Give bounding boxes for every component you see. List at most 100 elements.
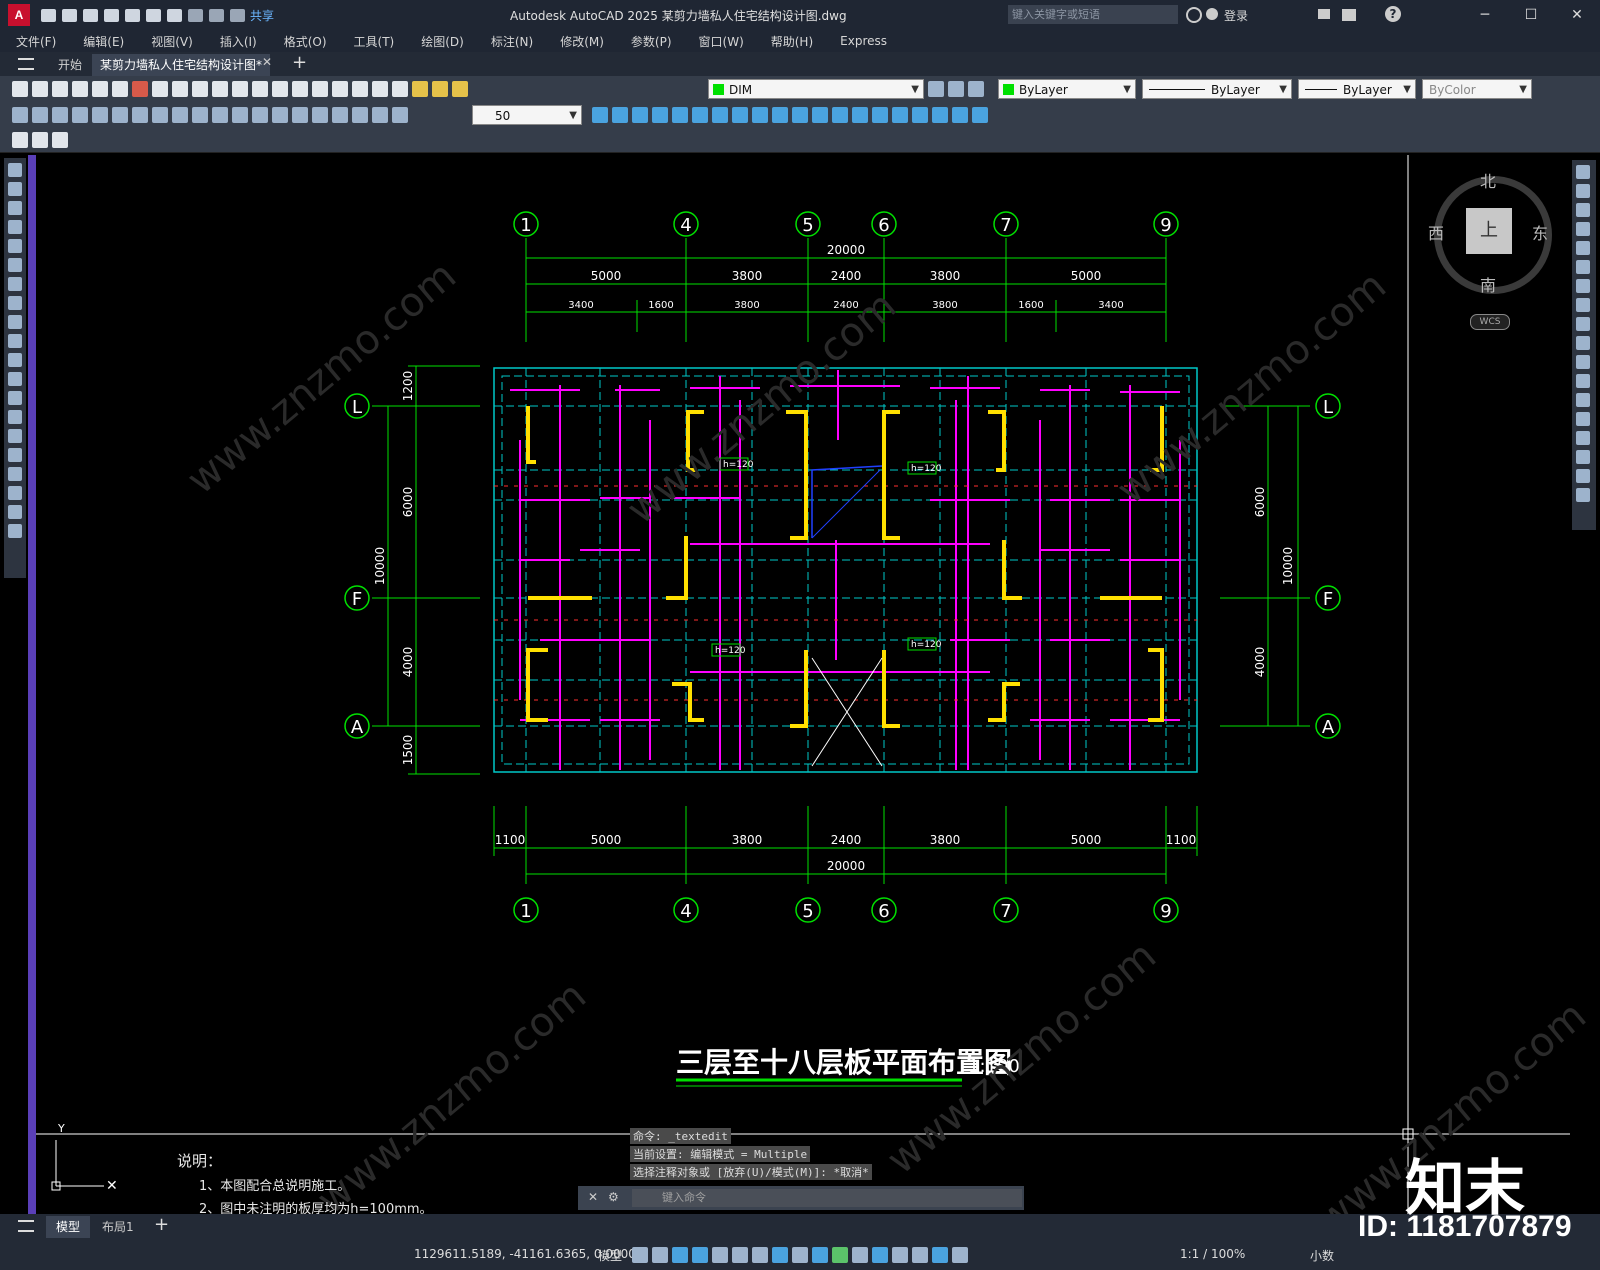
dim-style-icon[interactable] (592, 107, 608, 123)
solid-16-icon[interactable] (912, 107, 928, 123)
save-icon[interactable] (83, 8, 98, 22)
redo-icon[interactable] (252, 81, 268, 97)
solid-13-icon[interactable] (852, 107, 868, 123)
share-icon[interactable] (230, 8, 245, 22)
move-icon[interactable] (1576, 260, 1590, 274)
grid-icon[interactable] (632, 1247, 648, 1263)
ordinate-dim-icon[interactable] (72, 107, 88, 123)
attach-icon[interactable] (12, 132, 28, 148)
line-icon[interactable] (8, 163, 22, 177)
cart-icon[interactable] (1318, 9, 1330, 19)
inspection-icon[interactable] (312, 107, 328, 123)
redo-icon[interactable] (209, 8, 224, 22)
close-icon[interactable]: ✕ (1554, 0, 1600, 30)
tab-model[interactable]: 模型 (46, 1216, 91, 1238)
model-space-toggle[interactable]: 模型 (598, 1247, 622, 1264)
polyline-icon[interactable] (8, 201, 22, 215)
drawing-canvas[interactable]: www.znzmo.com www.znzmo.com www.znzmo.co… (34, 155, 1595, 1243)
point-icon[interactable] (8, 410, 22, 424)
make-current-icon[interactable] (928, 81, 944, 97)
otrack-icon[interactable] (752, 1247, 768, 1263)
annotation-visibility-icon[interactable] (932, 1247, 948, 1263)
solid-4-icon[interactable] (672, 107, 688, 123)
gizmo-icon[interactable] (912, 1247, 928, 1263)
ortho-icon[interactable] (692, 1247, 708, 1263)
layer-lock-icon[interactable] (452, 81, 468, 97)
paste-icon[interactable] (192, 81, 208, 97)
design-center-icon[interactable] (332, 81, 348, 97)
tab-layout1[interactable]: 布局1 (92, 1216, 144, 1238)
preview-icon[interactable] (92, 81, 108, 97)
menu-format[interactable]: 格式(O) (284, 33, 327, 50)
layer-manager-icon[interactable] (412, 81, 428, 97)
open-icon[interactable] (32, 81, 48, 97)
solid-12-icon[interactable] (832, 107, 848, 123)
plot-icon[interactable] (72, 81, 88, 97)
3d-osnap-icon[interactable] (852, 1247, 868, 1263)
undo-icon[interactable] (188, 8, 203, 22)
erase-icon[interactable] (1576, 165, 1590, 179)
viewcube[interactable]: 上 北 南 西 东 WCS (1420, 168, 1560, 338)
new-icon[interactable] (12, 81, 28, 97)
solid-11-icon[interactable] (812, 107, 828, 123)
annotation-scale[interactable]: 1:1 / 100% (1180, 1247, 1245, 1261)
circle-icon[interactable] (8, 277, 22, 291)
close-command-icon[interactable]: ✕ (588, 1190, 598, 1204)
undo-icon[interactable] (232, 81, 248, 97)
tab-start[interactable]: 开始 (50, 54, 90, 76)
zoom-icon[interactable] (292, 81, 308, 97)
menu-draw[interactable]: 绘图(D) (421, 33, 464, 50)
add-layout-button[interactable]: + (154, 1214, 169, 1235)
solid-19-icon[interactable] (972, 107, 988, 123)
transparency-icon[interactable] (812, 1247, 828, 1263)
aligned-dim-icon[interactable] (32, 107, 48, 123)
menu-parametric[interactable]: 参数(P) (631, 33, 672, 50)
login-button[interactable]: 登录 (1224, 7, 1248, 24)
layer-state-icon[interactable] (432, 81, 448, 97)
rectangle-icon[interactable] (8, 239, 22, 253)
calculator-icon[interactable] (372, 81, 388, 97)
solid-1-icon[interactable] (612, 107, 628, 123)
menu-edit[interactable]: 编辑(E) (83, 33, 124, 50)
cut-icon[interactable] (152, 81, 168, 97)
offset-icon[interactable] (1576, 222, 1590, 236)
snap-icon[interactable] (652, 1247, 668, 1263)
osnap-icon[interactable] (772, 1247, 788, 1263)
linetype-dropdown[interactable]: ByLayer ▼ (1142, 79, 1292, 99)
arc-icon[interactable] (8, 258, 22, 272)
angular-dim-icon[interactable] (152, 107, 168, 123)
dim-update-icon[interactable] (392, 107, 408, 123)
layer-match-icon[interactable] (968, 81, 984, 97)
menu-file[interactable]: 文件(F) (16, 33, 56, 50)
fillet-icon[interactable] (1576, 450, 1590, 464)
dim-text-edit-icon[interactable] (372, 107, 388, 123)
solid-15-icon[interactable] (892, 107, 908, 123)
wcs-menu[interactable]: WCS (1470, 314, 1510, 330)
spline-icon[interactable] (8, 315, 22, 329)
command-input[interactable]: 键入命令 (632, 1189, 1022, 1207)
save-icon[interactable] (52, 81, 68, 97)
plotstyle-dropdown[interactable]: ByColor ▼ (1422, 79, 1532, 99)
linear-dim-icon[interactable] (12, 107, 28, 123)
search-icon[interactable] (1186, 7, 1202, 23)
menu-view[interactable]: 视图(V) (151, 33, 193, 50)
customize-icon[interactable]: ⚙ (608, 1190, 619, 1204)
chamfer-icon[interactable] (1576, 431, 1590, 445)
polar-icon[interactable] (712, 1247, 728, 1263)
help-icon[interactable] (392, 81, 408, 97)
compass-north[interactable]: 北 (1480, 168, 1496, 192)
center-mark-icon[interactable] (292, 107, 308, 123)
save-web-icon[interactable] (146, 8, 161, 22)
lineweight-dropdown[interactable]: ByLayer ▼ (1298, 79, 1416, 99)
cube-top-face[interactable]: 上 (1466, 208, 1512, 254)
color-dropdown[interactable]: ByLayer ▼ (998, 79, 1136, 99)
dim-space-icon[interactable] (232, 107, 248, 123)
diameter-dim-icon[interactable] (132, 107, 148, 123)
compass-west[interactable]: 西 (1428, 220, 1444, 244)
solid-6-icon[interactable] (712, 107, 728, 123)
quick-dim-icon[interactable] (172, 107, 188, 123)
stretch-icon[interactable] (1576, 317, 1590, 331)
plot-icon[interactable] (167, 8, 182, 22)
infer-icon[interactable] (672, 1247, 688, 1263)
compass-east[interactable]: 东 (1532, 220, 1548, 244)
